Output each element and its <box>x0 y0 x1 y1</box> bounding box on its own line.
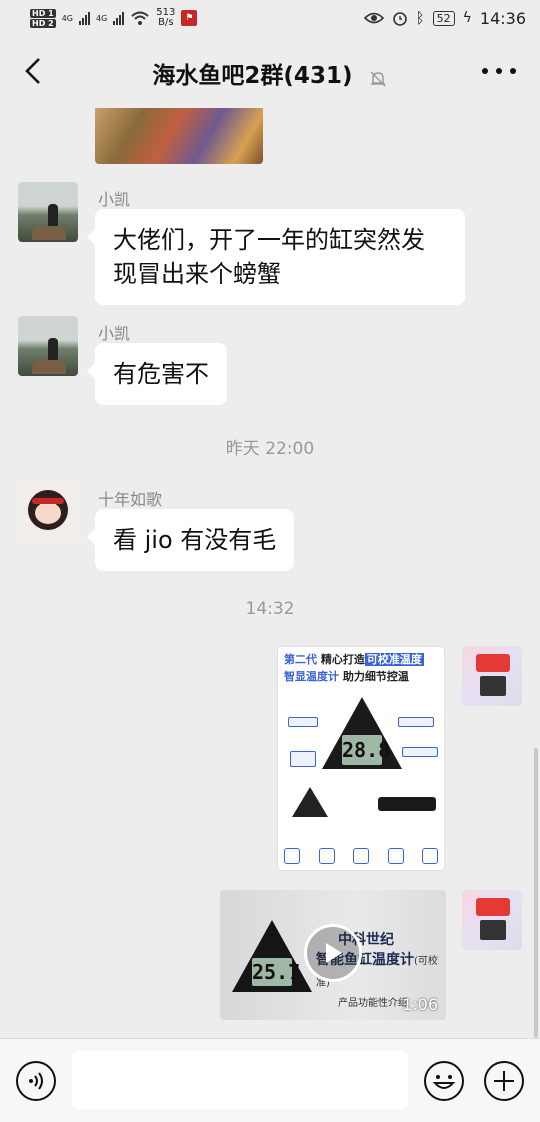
timestamp: 昨天 22:00 <box>225 439 315 459</box>
title-bar: 海水鱼吧2群(431) <box>0 36 540 108</box>
feature-icon <box>353 848 369 864</box>
feature-chip <box>290 751 316 767</box>
net-speed: 513 B/s <box>156 8 175 28</box>
feature-icon <box>387 848 404 864</box>
app-notification-icon: ⚑ <box>181 10 198 26</box>
hd1-label: HD 1 <box>30 8 56 18</box>
voice-icon <box>29 1072 43 1090</box>
thermometer-image[interactable]: 第二代 精心打造 可校准温度 智显温度计 助力细节控温 28.8 <box>277 646 445 871</box>
chat-area[interactable]: 小凯 大佬们，开了一年的缸突然发现冒出来个螃蟹 小凯 有危害不 昨天 22:00… <box>0 108 540 1038</box>
lcd-reading: 28.8 <box>342 735 390 765</box>
emoji-icon <box>432 1075 456 1089</box>
avatar[interactable] <box>462 646 522 706</box>
feature-chip <box>398 717 434 727</box>
message-bubble[interactable]: 大佬们，开了一年的缸突然发现冒出来个螃蟹 <box>87 209 465 305</box>
shared-photo[interactable] <box>95 108 263 164</box>
input-bar <box>0 1038 540 1122</box>
feature-chip <box>402 747 438 757</box>
message-input[interactable] <box>72 1051 408 1109</box>
message-bubble[interactable]: 有危害不 <box>87 343 227 405</box>
net-speed-unit: B/s <box>158 17 174 28</box>
emoji-button[interactable] <box>424 1061 464 1101</box>
charging-icon: ϟ <box>462 10 472 26</box>
hd-indicator: HD 1 HD 2 <box>30 8 56 29</box>
signal-icon <box>78 11 90 25</box>
chat-title: 海水鱼吧2群(431) <box>152 63 353 89</box>
eye-icon <box>363 12 384 24</box>
sender-name: 十年如歌 <box>98 490 163 509</box>
feature-chip <box>288 717 318 727</box>
feature-icons <box>284 848 438 864</box>
image-text-5: 助力细节控温 <box>342 670 409 683</box>
avatar[interactable] <box>462 890 522 950</box>
hd2-label: HD 2 <box>30 18 56 28</box>
image-text-2: 精心打造 <box>320 653 365 666</box>
feature-icon <box>318 848 335 864</box>
feature-icon <box>422 848 438 864</box>
alarm-icon <box>392 12 407 26</box>
video-duration: 1:06 <box>402 995 438 1014</box>
more-button[interactable] <box>482 56 516 86</box>
sender-name: 小凯 <box>98 190 131 209</box>
avatar[interactable] <box>18 182 78 242</box>
plus-button[interactable] <box>484 1061 524 1101</box>
network-label-2: 4G <box>95 13 108 23</box>
play-icon <box>326 943 342 963</box>
battery-icon: 52 <box>432 10 455 26</box>
scrollbar[interactable] <box>534 748 538 1038</box>
thermometer-back <box>292 787 328 817</box>
lcd-reading: 25.7 <box>252 958 301 986</box>
avatar[interactable] <box>18 482 78 542</box>
video-message[interactable]: 25.7 中科世纪 智能鱼缸温度计(可校准) 产品功能性介绍 1:06 <box>220 890 446 1020</box>
status-bar: HD 1 HD 2 4G 4G 513 B/s ⚑ ᛒ 52 ϟ 14:36 <box>0 0 540 36</box>
image-text-4: 智显温度计 <box>284 670 339 683</box>
voice-button[interactable] <box>16 1061 56 1101</box>
avatar[interactable] <box>18 316 78 376</box>
wifi-icon <box>131 11 149 25</box>
image-text-3: 可校准温度 <box>364 653 424 666</box>
more-dots-icon <box>482 68 488 74</box>
image-headline: 第二代 精心打造 可校准温度 智显温度计 助力细节控温 <box>278 647 444 685</box>
bell-off-icon <box>370 70 386 87</box>
feature-icon <box>284 848 300 864</box>
signal-icon-2 <box>113 11 125 25</box>
bluetooth-icon: ᛒ <box>415 9 425 27</box>
status-time: 14:36 <box>479 8 526 28</box>
network-label-1: 4G <box>61 13 73 23</box>
timestamp: 14:32 <box>245 599 295 619</box>
play-button[interactable] <box>304 924 362 982</box>
charging-dock <box>378 797 436 811</box>
message-bubble[interactable]: 看 jio 有没有毛 <box>86 509 295 571</box>
image-text-1: 第二代 <box>284 653 317 666</box>
sender-name: 小凯 <box>98 324 131 343</box>
